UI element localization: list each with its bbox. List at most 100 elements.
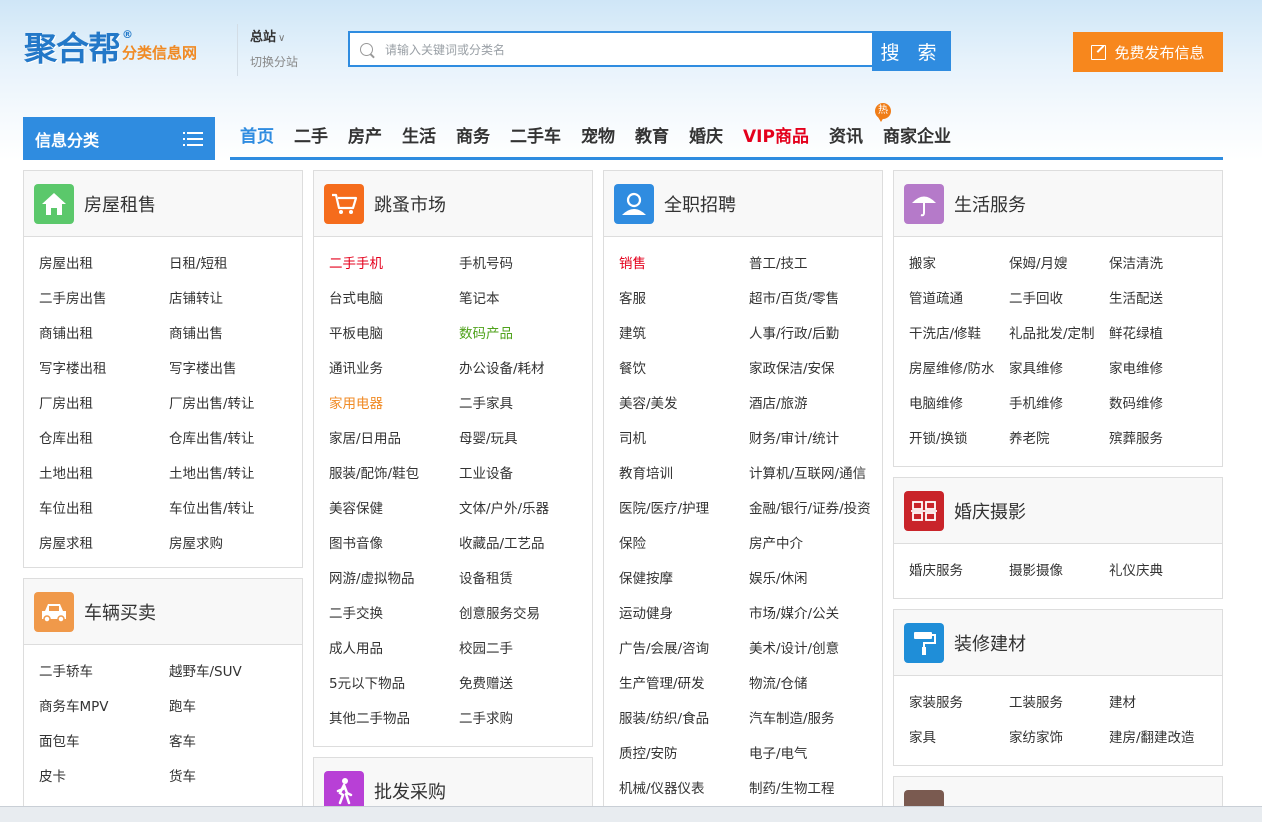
category-link[interactable]: 车位出租 (39, 492, 169, 527)
category-link[interactable]: 免费赠送 (459, 667, 589, 702)
category-link[interactable]: 干洗店/修鞋 (909, 317, 1009, 352)
category-link[interactable]: 电脑维修 (909, 387, 1009, 422)
category-link[interactable]: 商务车MPV (39, 690, 169, 725)
category-link[interactable]: 手机号码 (459, 247, 589, 282)
category-link[interactable]: 店铺转让 (169, 282, 299, 317)
panel-header[interactable]: 装修建材 (894, 610, 1222, 676)
category-link[interactable]: 土地出租 (39, 457, 169, 492)
category-link[interactable]: 婚庆服务 (909, 554, 1009, 589)
category-link[interactable]: 财务/审计/统计 (749, 422, 879, 457)
category-link[interactable]: 服装/纺织/食品 (619, 702, 749, 737)
category-link[interactable]: 房产中介 (749, 527, 879, 562)
category-link[interactable]: 面包车 (39, 725, 169, 760)
category-link[interactable]: 金融/银行/证券/投资 (749, 492, 879, 527)
category-link[interactable]: 二手回收 (1009, 282, 1109, 317)
category-link[interactable]: 电子/电气 (749, 737, 879, 772)
panel-header[interactable]: 车辆买卖 (24, 579, 302, 645)
category-link[interactable]: 美容/美发 (619, 387, 749, 422)
category-link[interactable]: 司机 (619, 422, 749, 457)
category-link[interactable]: 文体/户外/乐器 (459, 492, 589, 527)
category-link[interactable]: 超市/百货/零售 (749, 282, 879, 317)
nav-business[interactable]: 商务 (456, 124, 490, 154)
nav-pets[interactable]: 宠物 (581, 124, 615, 154)
nav-education[interactable]: 教育 (635, 124, 669, 154)
nav-life[interactable]: 生活 (402, 124, 436, 154)
category-link[interactable]: 商铺出租 (39, 317, 169, 352)
category-link[interactable]: 酒店/旅游 (749, 387, 879, 422)
category-link[interactable]: 建筑 (619, 317, 749, 352)
category-link[interactable]: 网游/虚拟物品 (329, 562, 459, 597)
nav-home[interactable]: 首页 (240, 124, 274, 154)
search-input[interactable] (383, 36, 857, 64)
category-link[interactable]: 土地出售/转让 (169, 457, 299, 492)
category-link[interactable]: 越野车/SUV (169, 655, 299, 690)
category-link[interactable]: 家纺家饰 (1009, 721, 1109, 756)
category-menu-button[interactable]: 信息分类 (23, 117, 215, 160)
category-link[interactable]: 平板电脑 (329, 317, 459, 352)
category-link[interactable]: 成人用品 (329, 632, 459, 667)
category-link[interactable]: 保险 (619, 527, 749, 562)
category-link[interactable]: 质控/安防 (619, 737, 749, 772)
category-link[interactable]: 养老院 (1009, 422, 1109, 457)
site-selector[interactable]: 总站 ∨ (250, 26, 285, 45)
category-link[interactable]: 计算机/互联网/通信 (749, 457, 879, 492)
category-link[interactable]: 保洁清洗 (1109, 247, 1209, 282)
category-link[interactable]: 校园二手 (459, 632, 589, 667)
category-link[interactable]: 建房/翻建改造 (1109, 721, 1209, 756)
category-link[interactable]: 数码维修 (1109, 387, 1209, 422)
category-link[interactable]: 生产管理/研发 (619, 667, 749, 702)
category-link[interactable]: 制药/生物工程 (749, 772, 879, 807)
category-link[interactable]: 家具维修 (1009, 352, 1109, 387)
category-link[interactable]: 管道疏通 (909, 282, 1009, 317)
category-link[interactable]: 写字楼出租 (39, 352, 169, 387)
category-link[interactable]: 家电维修 (1109, 352, 1209, 387)
category-link[interactable]: 运动健身 (619, 597, 749, 632)
panel-header[interactable]: 全职招聘 (604, 171, 882, 237)
category-link[interactable]: 教育培训 (619, 457, 749, 492)
category-link[interactable]: 二手手机 (329, 247, 459, 282)
panel-header[interactable]: 跳蚤市场 (314, 171, 592, 237)
category-link[interactable]: 家政保洁/安保 (749, 352, 879, 387)
category-link[interactable]: 台式电脑 (329, 282, 459, 317)
category-link[interactable]: 厂房出售/转让 (169, 387, 299, 422)
panel-header[interactable]: 婚庆摄影 (894, 478, 1222, 544)
category-link[interactable]: 物流/仓储 (749, 667, 879, 702)
panel-header[interactable]: 房屋租售 (24, 171, 302, 237)
nav-news[interactable]: 资讯 (829, 124, 863, 154)
category-link[interactable]: 生活配送 (1109, 282, 1209, 317)
category-link[interactable]: 货车 (169, 760, 299, 795)
category-link[interactable]: 建材 (1109, 686, 1209, 721)
nav-second-hand[interactable]: 二手 (294, 124, 328, 154)
category-link[interactable]: 房屋维修/防水 (909, 352, 1009, 387)
category-link[interactable]: 客服 (619, 282, 749, 317)
category-link[interactable]: 仓库出租 (39, 422, 169, 457)
nav-wedding[interactable]: 婚庆 (689, 124, 723, 154)
category-link[interactable]: 商铺出售 (169, 317, 299, 352)
category-link[interactable]: 厂房出租 (39, 387, 169, 422)
category-link[interactable]: 汽车制造/服务 (749, 702, 879, 737)
category-link[interactable]: 保健按摩 (619, 562, 749, 597)
search-button[interactable]: 搜 索 (872, 31, 951, 71)
category-link[interactable]: 皮卡 (39, 760, 169, 795)
category-link[interactable]: 客车 (169, 725, 299, 760)
category-link[interactable]: 跑车 (169, 690, 299, 725)
category-link[interactable]: 美术/设计/创意 (749, 632, 879, 667)
category-link[interactable]: 礼仪庆典 (1109, 554, 1209, 589)
category-link[interactable]: 创意服务交易 (459, 597, 589, 632)
panel-header[interactable]: 生活服务 (894, 171, 1222, 237)
category-link[interactable]: 数码产品 (459, 317, 589, 352)
nav-companies[interactable]: 商家企业 (883, 124, 951, 154)
category-link[interactable]: 销售 (619, 247, 749, 282)
category-link[interactable]: 美容保健 (329, 492, 459, 527)
category-link[interactable]: 工业设备 (459, 457, 589, 492)
category-link[interactable]: 通讯业务 (329, 352, 459, 387)
category-link[interactable]: 母婴/玩具 (459, 422, 589, 457)
category-link[interactable]: 二手家具 (459, 387, 589, 422)
category-link[interactable]: 普工/技工 (749, 247, 879, 282)
category-link[interactable]: 图书音像 (329, 527, 459, 562)
category-link[interactable]: 搬家 (909, 247, 1009, 282)
category-link[interactable]: 仓库出售/转让 (169, 422, 299, 457)
category-link[interactable]: 二手交换 (329, 597, 459, 632)
category-link[interactable]: 二手求购 (459, 702, 589, 737)
category-link[interactable]: 市场/媒介/公关 (749, 597, 879, 632)
